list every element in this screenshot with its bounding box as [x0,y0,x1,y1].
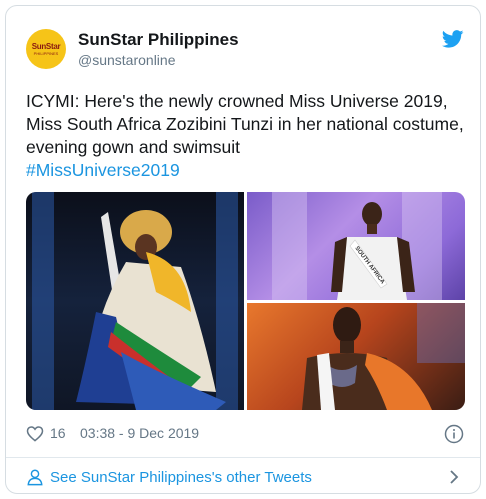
tweet-text: ICYMI: Here's the newly crowned Miss Uni… [26,90,472,182]
other-tweets-link[interactable]: See SunStar Philippines's other Tweets [26,466,464,490]
account-name[interactable]: SunStar Philippines [78,30,239,50]
info-icon[interactable] [444,424,464,444]
heart-icon[interactable] [26,425,44,442]
tweet-card: SunStar PHILIPPINES SunStar Philippines … [5,5,481,494]
footer-divider [6,457,480,458]
account-handle[interactable]: @sunstaronline [78,52,176,68]
photo-swimsuit[interactable] [247,303,465,410]
photo-national-costume[interactable] [26,192,244,410]
like-count: 16 [50,425,66,441]
chevron-right-icon[interactable] [448,469,460,485]
twitter-bird-icon[interactable] [442,30,464,48]
person-icon [27,469,43,486]
avatar[interactable]: SunStar PHILIPPINES [26,29,66,69]
timestamp[interactable]: 03:38 - 9 Dec 2019 [80,425,199,441]
hashtag-link[interactable]: #MissUniverse2019 [26,159,472,182]
photo-evening-gown[interactable]: SOUTH AFRICA [247,192,465,300]
media-grid: SOUTH AFRICA [26,192,465,410]
avatar-logo-text: SunStar [31,41,61,51]
avatar-logo-subtext: PHILIPPINES [33,50,59,56]
tweet-header: SunStar PHILIPPINES SunStar Philippines … [26,26,464,72]
tweet-body: ICYMI: Here's the newly crowned Miss Uni… [26,91,464,157]
tweet-meta: 16 03:38 - 9 Dec 2019 [26,424,464,446]
other-tweets-label[interactable]: See SunStar Philippines's other Tweets [50,469,312,486]
